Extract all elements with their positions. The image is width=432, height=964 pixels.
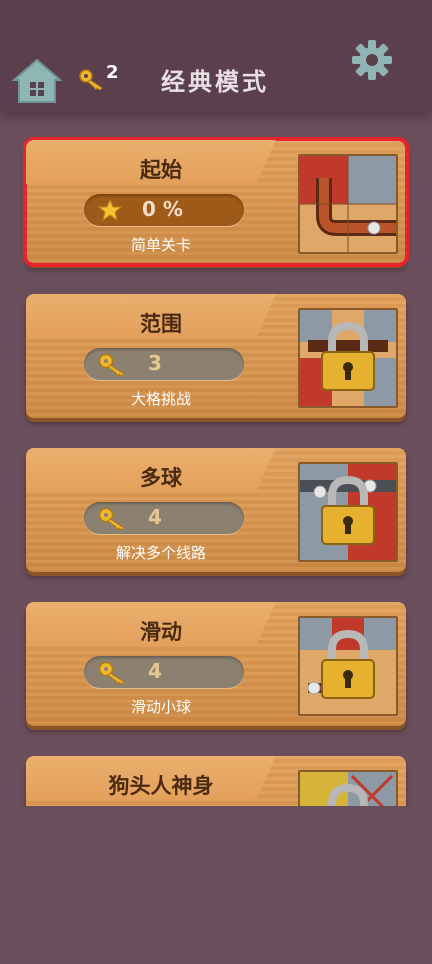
level-subtitle: 解决多个线路 [115, 544, 206, 562]
key-icon [79, 69, 103, 90]
progress-pill: 0 % [84, 194, 244, 226]
key-counter: 2 [78, 62, 122, 98]
unlock-cost-pill: 4 [84, 502, 244, 534]
page-title: 经典模式 [161, 68, 269, 96]
unlock-cost-pill: 3 [84, 348, 244, 380]
level-name: 滑动 [140, 620, 182, 644]
lock-icon [321, 476, 375, 545]
level-subtitle: 大格挑战 [130, 390, 191, 408]
progress-value: 0 % [142, 197, 183, 221]
home-icon[interactable] [10, 56, 64, 104]
star-icon [98, 199, 122, 221]
level-name: 狗头人神身 [108, 774, 214, 798]
level-card-multiball[interactable]: 多球 4 解决多个线路 [26, 448, 406, 572]
unlock-cost-pill: 4 [84, 656, 244, 688]
top-bar: 2 经典模式 [0, 0, 432, 112]
unlock-cost: 4 [148, 505, 162, 529]
level-thumbnail [298, 308, 398, 408]
key-count: 2 [106, 62, 119, 83]
level-subtitle: 简单关卡 [130, 236, 191, 254]
bottom-area [0, 806, 432, 964]
level-card-range[interactable]: 范围 3 大格挑战 [26, 294, 406, 418]
level-thumbnail [298, 154, 398, 254]
key-icon [98, 507, 125, 531]
level-subtitle: 滑动小球 [130, 698, 191, 716]
unlock-cost: 3 [148, 351, 162, 375]
key-icon [98, 353, 125, 377]
level-card-start[interactable]: 起始 0 % 简单关卡 [23, 137, 409, 267]
lock-icon [321, 322, 375, 391]
level-card-slide[interactable]: 滑动 4 滑动小球 [26, 602, 406, 726]
level-thumbnail [298, 462, 398, 562]
unlock-cost: 4 [148, 659, 162, 683]
level-name: 起始 [140, 158, 182, 182]
lock-icon [321, 630, 375, 699]
level-name: 范围 [140, 312, 182, 336]
key-icon [98, 661, 125, 685]
level-name: 多球 [140, 466, 182, 490]
gear-icon[interactable] [352, 40, 392, 80]
level-thumbnail [298, 616, 398, 716]
